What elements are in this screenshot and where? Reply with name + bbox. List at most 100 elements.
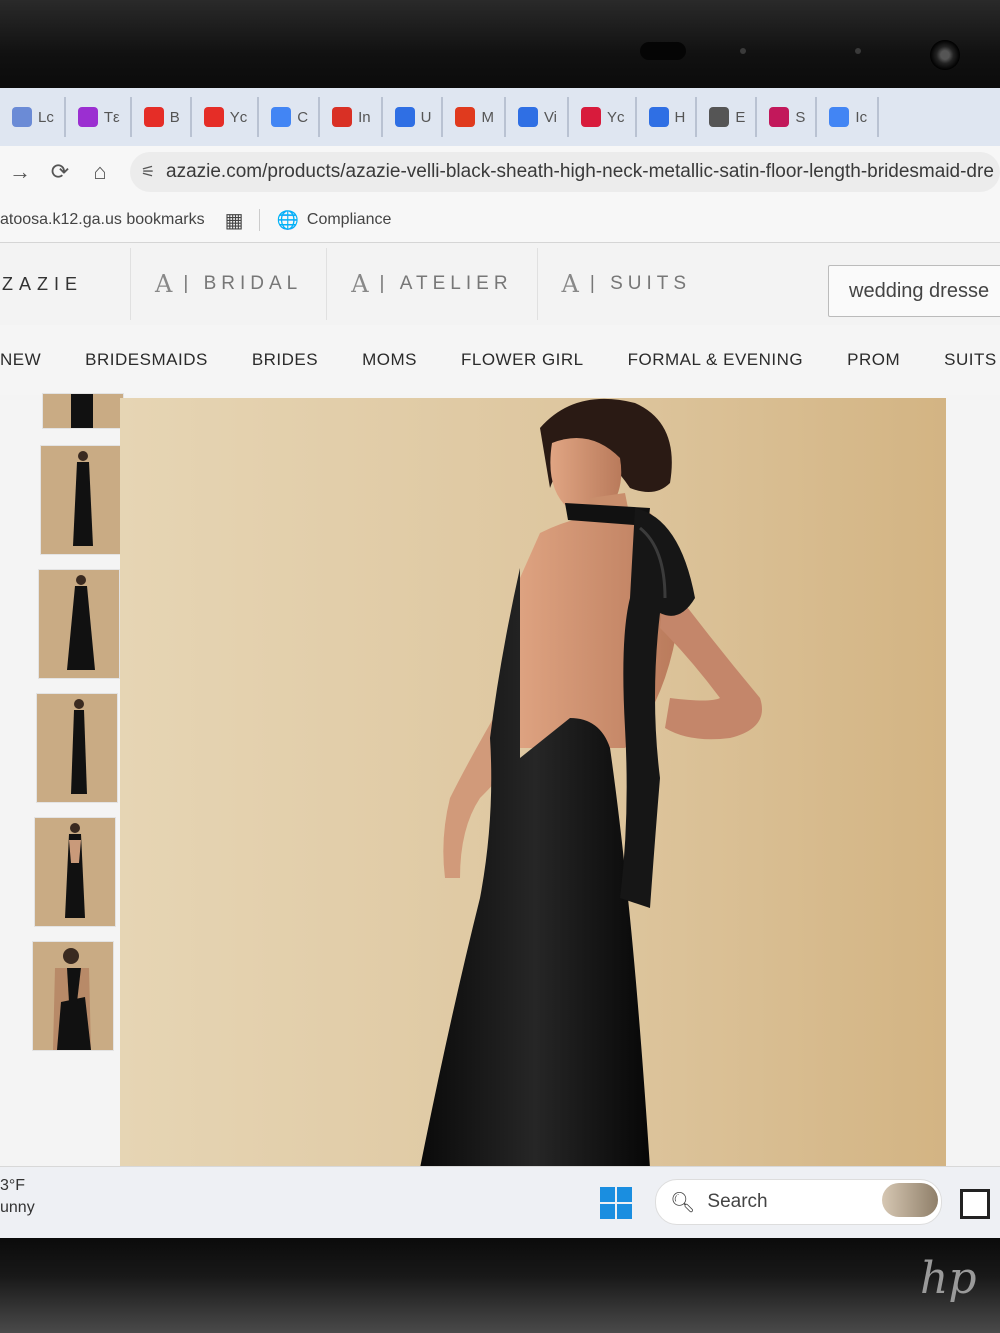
weather-temperature: 3°F (0, 1177, 26, 1194)
browser-tab[interactable]: E (697, 97, 758, 137)
browser-tab[interactable]: Yc (569, 97, 637, 137)
forward-icon[interactable]: → (0, 159, 40, 185)
tab-label: Yc (229, 108, 248, 126)
product-thumbnail[interactable] (36, 693, 118, 803)
laptop-top-bezel (0, 0, 1000, 90)
tab-label: E (735, 108, 746, 126)
bookmarks-bar: atoosa.k12.ga.us bookmarks ▦ 🌐 Complianc… (0, 198, 1000, 243)
bookmark-compliance[interactable]: Compliance (307, 211, 391, 229)
nav-brides[interactable]: BRIDES (252, 350, 318, 370)
screen: Lc Tε B Yc C In U M Vi Yc H E S Ic → ⟳ ⌂ ⚟ azazie.com… (0, 88, 1000, 1238)
azazie-mark-icon: A (561, 270, 584, 298)
tab-label: Vi (543, 108, 558, 126)
search-highlight-image[interactable] (882, 1183, 938, 1217)
sensor-dot (855, 48, 861, 54)
weather-widget[interactable]: 3°F unny (0, 1175, 35, 1219)
openai-icon (709, 107, 730, 127)
site-header: ZAZIE A | BRIDAL A | ATELIER A | SUITS wedd… (0, 243, 1000, 325)
youtube-icon (143, 107, 164, 127)
hp-logo: hp (920, 1253, 977, 1304)
browser-tab[interactable]: H (637, 97, 698, 137)
tab-label: U (420, 108, 432, 126)
browser-tab[interactable]: Ic (817, 97, 880, 137)
bookmark-folder[interactable]: atoosa.k12.ga.us bookmarks (0, 211, 205, 229)
nav-flower-girl[interactable]: FLOWER GIRL (461, 350, 584, 370)
subbrand-bridal[interactable]: A | BRIDAL (130, 248, 326, 320)
subbrand-label: ATELIER (399, 273, 513, 294)
browser-tab[interactable]: Vi (506, 97, 570, 137)
azazie-mark-icon: A (155, 270, 178, 298)
brand-logo[interactable]: ZAZIE (0, 274, 130, 295)
product-main-image[interactable] (120, 398, 946, 1168)
tab-label: Ic (855, 108, 868, 126)
tab-label: H (674, 108, 686, 126)
thumbnail-rail (28, 393, 124, 1073)
browser-tab[interactable]: C (259, 97, 321, 137)
tab-label: In (358, 108, 371, 126)
product-thumbnail[interactable] (42, 393, 124, 429)
browser-tab[interactable]: Lc (0, 97, 66, 137)
browser-toolbar: → ⟳ ⌂ ⚟ azazie.com/products/azazie-velli… (0, 146, 1000, 198)
browser-tab[interactable]: B (132, 97, 192, 137)
subbrand-suits[interactable]: A | SUITS (536, 248, 716, 320)
product-thumbnail[interactable] (32, 941, 114, 1051)
tab-label: B (169, 108, 180, 126)
apps-grid-icon[interactable]: ▦ (225, 208, 244, 233)
google-icon (829, 107, 850, 127)
nav-bridesmaids[interactable]: BRIDESMAIDS (85, 350, 208, 370)
product-thumbnail[interactable] (38, 569, 120, 679)
browser-tab[interactable]: S (757, 97, 818, 137)
tab-label: C (297, 108, 309, 126)
browser-tab[interactable]: M (443, 97, 506, 137)
browser-tab[interactable]: Tε (66, 97, 132, 137)
browser-tab[interactable]: In (320, 97, 383, 137)
taskbar-search-label: Search (707, 1191, 768, 1212)
windows-taskbar: 3°F unny 🔍︎ Search (0, 1166, 1000, 1238)
site-search-input[interactable]: wedding dresse (828, 265, 1000, 317)
azazie-mark-icon: A (351, 270, 374, 298)
subbrand-label: BRIDAL (203, 273, 303, 294)
nav-formal-evening[interactable]: FORMAL & EVENING (628, 350, 804, 370)
nav-moms[interactable]: MOMS (362, 350, 417, 370)
app-icon (77, 107, 98, 127)
docs-icon (648, 107, 669, 127)
tab-label: M (481, 108, 494, 126)
nav-new[interactable]: NEW (0, 350, 41, 370)
docs-icon (517, 107, 538, 127)
weather-condition: unny (0, 1199, 35, 1216)
browser-tab[interactable]: Yc (192, 97, 260, 137)
subbrand-atelier[interactable]: A | ATELIER (326, 248, 536, 320)
tab-label: Tε (103, 108, 120, 126)
bookmark-divider (259, 209, 261, 231)
nav-prom[interactable]: PROM (847, 350, 900, 370)
category-nav: NEW BRIDESMAIDS BRIDES MOMS FLOWER GIRL … (0, 325, 1000, 395)
nav-suits[interactable]: SUITS & T (944, 350, 1000, 370)
search-icon: 🔍︎ (670, 1191, 696, 1214)
youtube-icon (203, 107, 224, 127)
address-bar[interactable]: ⚟ azazie.com/products/azazie-velli-black… (130, 152, 1000, 192)
sensor-dot (740, 48, 746, 54)
tab-label: S (795, 108, 806, 126)
camera-shutter (640, 42, 686, 60)
browser-tab[interactable]: U (383, 97, 444, 137)
product-thumbnail[interactable] (40, 445, 122, 555)
tab-label: Yc (607, 108, 625, 126)
gmail-icon (332, 107, 353, 127)
product-thumbnail[interactable] (34, 817, 116, 927)
windows-start-icon[interactable] (600, 1187, 632, 1219)
task-view-icon[interactable] (960, 1189, 990, 1219)
webcam (930, 40, 960, 70)
reload-icon[interactable]: ⟳ (40, 159, 80, 185)
site-info-icon[interactable]: ⚟ (130, 162, 166, 182)
tab-strip: Lc Tε B Yc C In U M Vi Yc H E S Ic (0, 88, 1000, 147)
subbrand-label: SUITS (610, 273, 692, 294)
app-icon (581, 107, 602, 127)
globe-icon: 🌐 (276, 209, 299, 230)
calendar-icon (271, 107, 292, 127)
page-icon (12, 107, 32, 127)
heart-icon (769, 107, 790, 127)
laptop-bottom-bezel: hp (0, 1238, 1000, 1333)
home-icon[interactable]: ⌂ (80, 159, 120, 185)
app-icon (455, 107, 476, 127)
url-text: azazie.com/products/azazie-velli-black-s… (166, 161, 994, 182)
